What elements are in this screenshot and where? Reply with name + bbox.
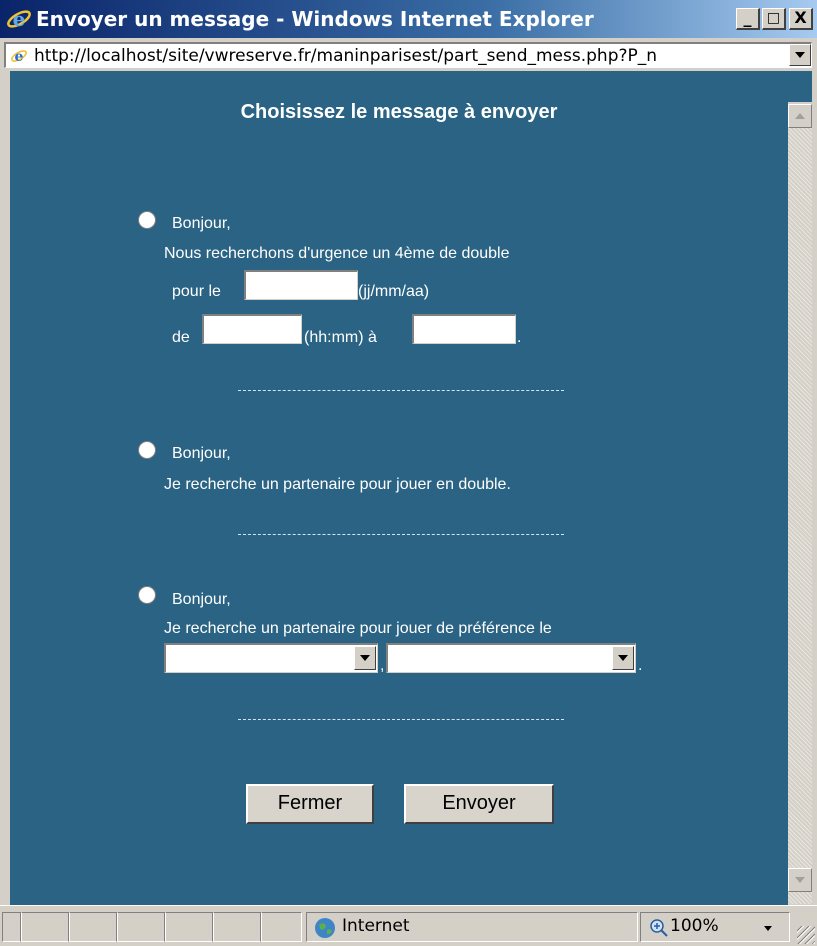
maximize-button[interactable]: □ <box>762 8 786 30</box>
day-select-dropdown-button[interactable] <box>354 646 376 670</box>
title-bar: e Envoyer un message - Windows Internet … <box>0 0 817 38</box>
page-content: Choisissez le message à envoyer Bonjour,… <box>10 71 788 905</box>
address-field[interactable]: e http://localhost/site/vwreserve.fr/man… <box>4 42 812 68</box>
option1-line1: Nous recherchons d'urgence un 4ème de do… <box>164 245 510 262</box>
close-window-button[interactable]: X <box>789 8 813 30</box>
page-ie-icon: e <box>10 47 28 65</box>
day-select[interactable] <box>164 643 378 673</box>
status-divider <box>164 912 166 942</box>
zoom-dropdown-icon[interactable] <box>764 926 772 931</box>
option3-comma: , <box>380 657 385 674</box>
option1-end-dot: . <box>517 329 522 346</box>
option3-end-dot: . <box>638 657 643 674</box>
send-button[interactable]: Envoyer <box>404 784 554 824</box>
radio-option-3[interactable] <box>138 586 156 604</box>
svg-text:e: e <box>13 7 26 31</box>
chevron-down-icon <box>795 877 805 883</box>
time-format-hint: (hh:mm) à <box>304 329 377 346</box>
time-slot-select[interactable] <box>386 643 636 673</box>
end-time-input[interactable] <box>412 314 516 344</box>
url-text: http://localhost/site/vwreserve.fr/manin… <box>34 46 658 66</box>
separator-3 <box>238 719 564 720</box>
status-text-area <box>2 912 302 942</box>
window-frame-right <box>812 71 817 905</box>
status-divider <box>212 912 214 942</box>
status-divider <box>260 912 262 942</box>
zone-label: Internet <box>342 916 410 936</box>
scroll-down-button[interactable] <box>788 868 812 892</box>
separator-2 <box>238 534 564 535</box>
window-frame-left <box>0 71 10 905</box>
date-format-hint: (jj/mm/aa) <box>358 283 430 300</box>
chevron-down-icon <box>618 655 628 661</box>
separator-1 <box>238 390 564 391</box>
globe-icon <box>315 918 335 938</box>
radio-option-1[interactable] <box>138 211 156 229</box>
chevron-down-icon <box>795 52 805 58</box>
option1-from-label: de <box>172 329 190 346</box>
option2-greeting: Bonjour, <box>172 445 231 462</box>
option1-date-label: pour le <box>172 283 221 300</box>
chevron-down-icon <box>360 655 370 661</box>
page-title: Choisissez le message à envoyer <box>240 101 558 123</box>
status-divider <box>20 912 22 942</box>
time-slot-select-dropdown-button[interactable] <box>612 646 634 670</box>
radio-option-2[interactable] <box>138 441 156 459</box>
option2-line1: Je recherche un partenaire pour jouer en… <box>164 476 511 493</box>
option3-greeting: Bonjour, <box>172 591 231 608</box>
status-bar: Internet 100% <box>0 905 817 946</box>
chevron-up-icon <box>795 113 805 119</box>
ie-logo-icon: e <box>7 7 31 31</box>
svg-text:e: e <box>15 49 24 65</box>
status-divider <box>68 912 70 942</box>
date-input[interactable] <box>244 270 358 300</box>
vertical-scrollbar[interactable] <box>788 104 812 904</box>
option3-line1: Je recherche un partenaire pour jouer de… <box>164 620 552 637</box>
option1-greeting: Bonjour, <box>172 215 231 232</box>
scroll-up-button[interactable] <box>788 104 812 128</box>
minimize-button[interactable]: _ <box>736 8 760 30</box>
status-divider <box>116 912 118 942</box>
start-time-input[interactable] <box>202 314 302 344</box>
window-title: Envoyer un message - Windows Internet Ex… <box>36 7 594 31</box>
resize-grip-icon[interactable] <box>797 926 815 944</box>
zoom-level: 100% <box>670 916 719 936</box>
address-dropdown-button[interactable] <box>789 44 811 66</box>
zoom-icon <box>650 919 668 937</box>
address-bar: e http://localhost/site/vwreserve.fr/man… <box>0 38 817 71</box>
close-button[interactable]: Fermer <box>246 784 374 824</box>
